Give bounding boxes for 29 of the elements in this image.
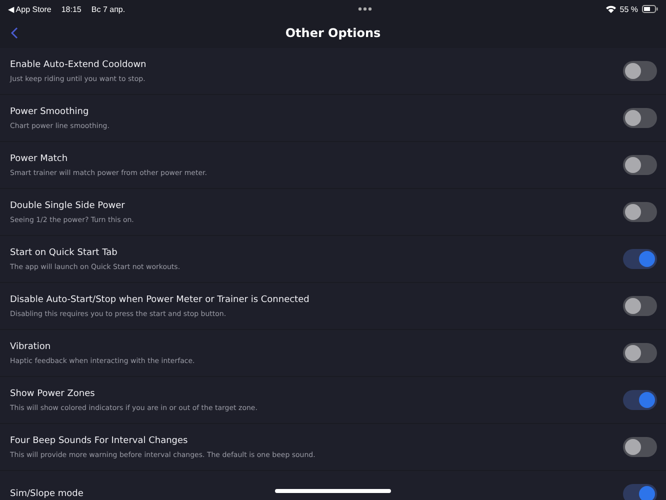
toggle-switch[interactable] (623, 249, 657, 269)
status-date: Вс 7 апр. (91, 4, 126, 14)
multitasking-dots-icon[interactable] (358, 7, 372, 11)
option-title: Vibration (10, 342, 51, 352)
option-title: Show Power Zones (10, 388, 95, 398)
toggle-switch[interactable] (623, 61, 657, 81)
wifi-icon (606, 5, 616, 13)
option-title: Enable Auto-Extend Cooldown (10, 60, 146, 70)
status-time: 18:15 (61, 4, 82, 14)
option-title: Four Beep Sounds For Interval Changes (10, 436, 188, 446)
page-title: Other Options (285, 26, 381, 40)
toggle-switch[interactable] (623, 296, 657, 316)
battery-percent: 55 % (620, 4, 638, 14)
option-title: Disable Auto-Start/Stop when Power Meter or Trainer is Connected (10, 294, 310, 304)
battery-icon (642, 5, 658, 13)
toggle-switch[interactable] (623, 484, 657, 500)
toggle-switch[interactable] (623, 390, 657, 410)
option-title: Start on Quick Start Tab (10, 248, 118, 258)
option-title: Double Single Side Power (10, 200, 125, 210)
toggle-switch[interactable] (623, 108, 657, 128)
toggle-switch[interactable] (623, 343, 657, 363)
option-title: Sim/Slope mode (10, 489, 84, 499)
toggle-switch[interactable] (623, 155, 657, 175)
toggle-switch[interactable] (623, 437, 657, 457)
back-to-app-link[interactable]: ◀ App Store (8, 4, 52, 14)
option-title: Power Smoothing (10, 106, 89, 116)
option-title: Power Match (10, 154, 68, 164)
back-icon[interactable] (10, 26, 20, 40)
toggle-switch[interactable] (623, 202, 657, 222)
